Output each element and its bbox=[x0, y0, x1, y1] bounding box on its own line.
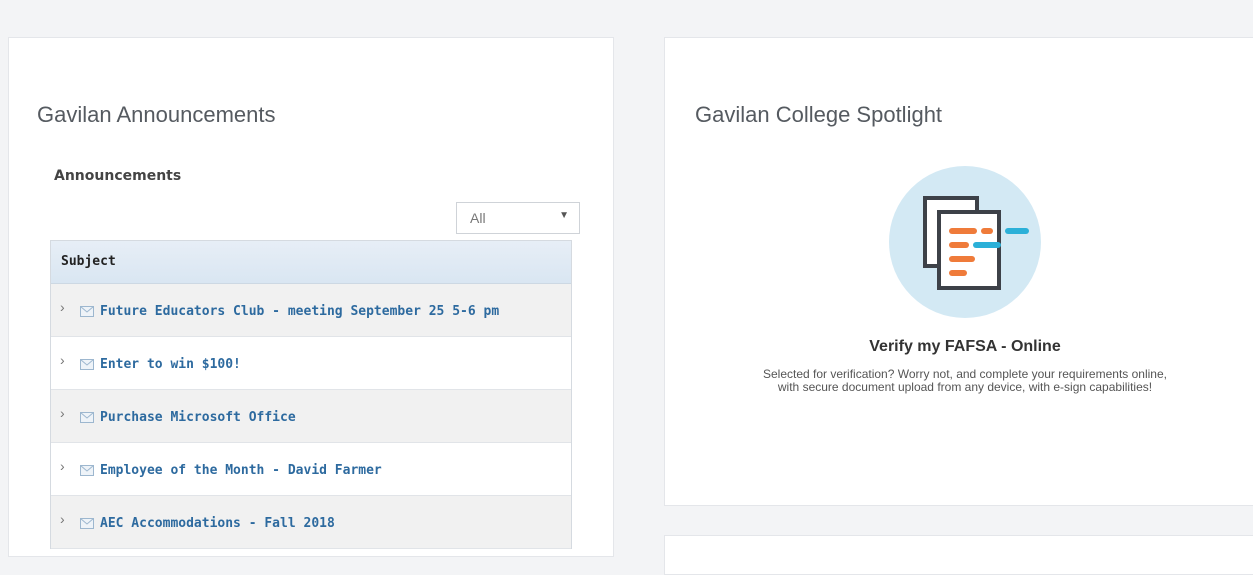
announcements-title: Gavilan Announcements bbox=[37, 102, 276, 127]
envelope-icon bbox=[80, 465, 94, 476]
announcement-subject-link[interactable]: Purchase Microsoft Office bbox=[100, 410, 296, 425]
announcement-subject-link[interactable]: AEC Accommodations - Fall 2018 bbox=[100, 516, 335, 531]
spotlight-card: Gavilan College Spotlight Verify my FAFS… bbox=[664, 37, 1253, 506]
announcements-table: Subject › Future Educators Club - meetin… bbox=[50, 240, 572, 549]
expand-chevron-icon[interactable]: › bbox=[60, 459, 70, 473]
expand-chevron-icon[interactable]: › bbox=[60, 353, 70, 367]
announcements-card: Gavilan Announcements Announcements All … bbox=[8, 37, 614, 557]
subject-column-header[interactable]: Subject bbox=[61, 254, 116, 269]
filter-selected-value: All bbox=[470, 210, 486, 226]
spotlight-description-line: with secure document upload from any dev… bbox=[777, 380, 1153, 394]
spotlight-heading[interactable]: Verify my FAFSA - Online bbox=[665, 338, 1253, 356]
spotlight-title: Gavilan College Spotlight bbox=[695, 102, 943, 127]
announcement-filter-select[interactable]: All ▼ bbox=[456, 202, 580, 234]
announcements-subheading: Announcements bbox=[54, 168, 182, 184]
table-row[interactable]: › AEC Accommodations - Fall 2018 bbox=[51, 496, 571, 549]
table-row[interactable]: › Employee of the Month - David Farmer bbox=[51, 443, 571, 496]
envelope-icon bbox=[80, 306, 94, 317]
table-row[interactable]: › Purchase Microsoft Office bbox=[51, 390, 571, 443]
next-card bbox=[664, 535, 1253, 575]
expand-chevron-icon[interactable]: › bbox=[60, 300, 70, 314]
table-row[interactable]: › Future Educators Club - meeting Septem… bbox=[51, 284, 571, 337]
expand-chevron-icon[interactable]: › bbox=[60, 406, 70, 420]
envelope-icon bbox=[80, 518, 94, 529]
document-verification-icon[interactable] bbox=[889, 166, 1041, 318]
spotlight-description: Selected for verification? Worry not, an… bbox=[695, 368, 1235, 394]
announcement-subject-link[interactable]: Future Educators Club - meeting Septembe… bbox=[100, 304, 499, 319]
table-row[interactable]: › Enter to win $100! bbox=[51, 337, 571, 390]
dropdown-arrow-icon: ▼ bbox=[559, 210, 569, 221]
expand-chevron-icon[interactable]: › bbox=[60, 512, 70, 526]
envelope-icon bbox=[80, 359, 94, 370]
table-header: Subject bbox=[51, 241, 571, 284]
envelope-icon bbox=[80, 412, 94, 423]
announcement-subject-link[interactable]: Employee of the Month - David Farmer bbox=[100, 463, 382, 478]
announcement-subject-link[interactable]: Enter to win $100! bbox=[100, 357, 241, 372]
